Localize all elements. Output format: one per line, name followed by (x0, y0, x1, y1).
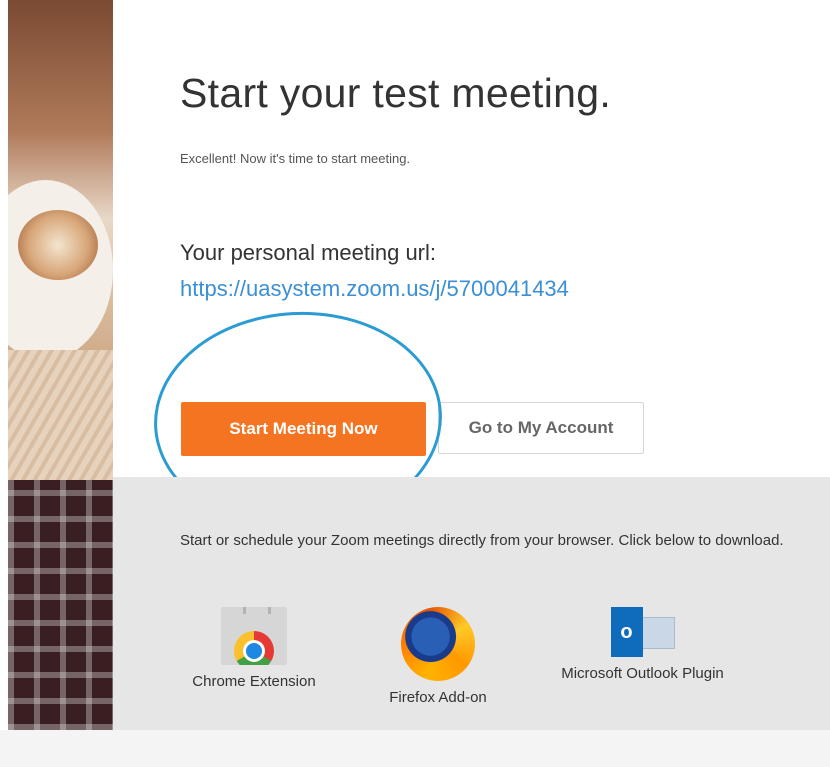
plugins-description: Start or schedule your Zoom meetings dir… (180, 532, 784, 549)
firefox-addon-label: Firefox Add-on (389, 689, 487, 706)
browser-plugins-section: Start or schedule your Zoom meetings dir… (113, 477, 830, 730)
outlook-icon: o (610, 607, 675, 657)
page-title: Start your test meeting. (180, 70, 612, 116)
meeting-url-link[interactable]: https://uasystem.zoom.us/j/5700041434 (180, 276, 569, 302)
chrome-extension-link[interactable]: Chrome Extension (179, 607, 329, 690)
chrome-extension-label: Chrome Extension (192, 673, 316, 690)
start-meeting-button[interactable]: Start Meeting Now (181, 402, 426, 456)
chrome-webstore-icon (221, 607, 287, 665)
firefox-addon-link[interactable]: Firefox Add-on (373, 607, 503, 706)
meeting-url-label: Your personal meeting url: (180, 240, 437, 265)
outlook-plugin-link[interactable]: o Microsoft Outlook Plugin (540, 607, 745, 682)
page-subtitle: Excellent! Now it's time to start meetin… (180, 151, 411, 166)
coffee-foam-image (18, 210, 98, 280)
background-photo (8, 0, 113, 730)
main-panel: Start your test meeting. Excellent! Now … (113, 0, 830, 730)
outlook-plugin-label: Microsoft Outlook Plugin (561, 665, 724, 682)
footer-strip (0, 730, 830, 767)
go-to-account-button[interactable]: Go to My Account (438, 402, 644, 454)
firefox-icon (401, 607, 475, 681)
plaid-shirt-image (8, 480, 113, 730)
wooden-table-image (8, 350, 113, 480)
